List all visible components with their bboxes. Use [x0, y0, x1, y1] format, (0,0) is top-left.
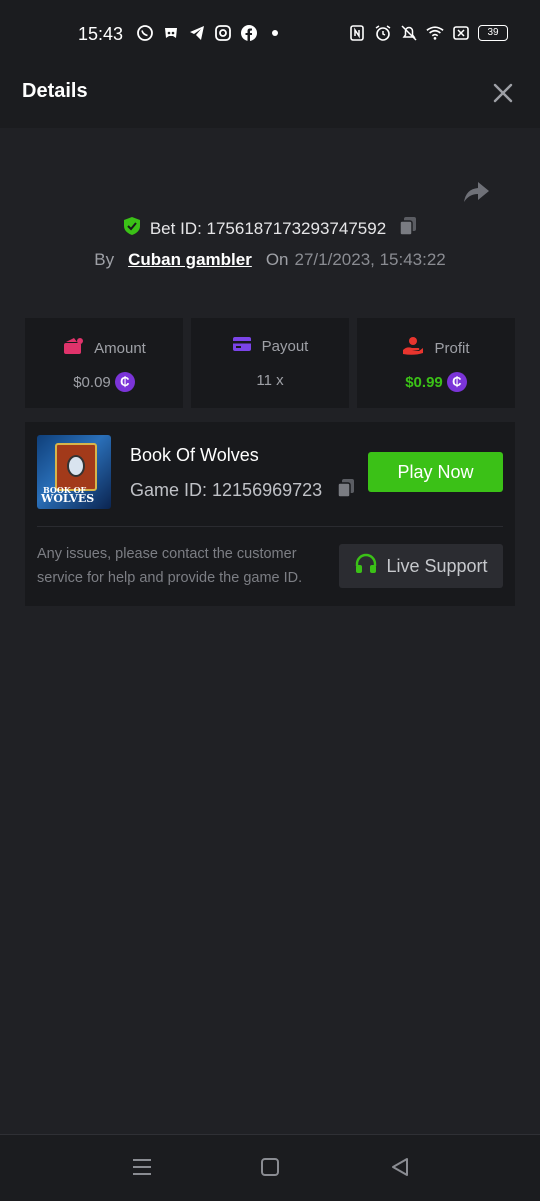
game-thumbnail[interactable]: BOOK OF WOLVES [37, 435, 111, 509]
wallet-icon [62, 336, 84, 360]
hand-coin-icon [402, 336, 424, 360]
page-title: Details [22, 80, 88, 102]
payout-card: Payout 11 x [191, 318, 349, 408]
system-icons: 39 [348, 24, 508, 42]
on-label: On [265, 250, 289, 269]
bet-stats: Amount $0.09 ₵ Payout 11 x Profit $0.99 … [25, 318, 515, 408]
status-time: 15:43 [78, 24, 124, 44]
game-name: Book Of Wolves [130, 445, 259, 465]
support-notice: Any issues, please contact the customer … [37, 546, 303, 586]
bet-id: Bet ID: 1756187173293747592 [149, 218, 387, 238]
bet-author-row: By Cuban gambler On 27/1/2023, 15:43:22 [0, 250, 540, 270]
profit-card: Profit $0.99 ₵ [357, 318, 515, 408]
profit-value: $0.99 [405, 373, 443, 391]
verified-shield-icon [122, 216, 142, 241]
live-support-button[interactable]: Live Support [339, 544, 503, 588]
status-bar: 15:43 39 [0, 0, 540, 56]
coin-icon: ₵ [446, 372, 467, 392]
amount-label: Amount [94, 339, 146, 357]
telegram-icon [188, 24, 206, 42]
bet-datetime: 27/1/2023, 15:43:22 [294, 250, 446, 269]
details-header: Details [0, 56, 540, 128]
amount-card: Amount $0.09 ₵ [25, 318, 183, 408]
play-now-button[interactable]: Play Now [368, 452, 503, 492]
game-id-row: Game ID: 12156969723 [130, 477, 356, 504]
copy-game-id-icon[interactable] [336, 477, 356, 504]
wifi-icon [426, 24, 444, 42]
bell-muted-icon [400, 24, 418, 42]
dot-icon [266, 24, 284, 42]
notification-icons [136, 24, 284, 42]
discord-icon [162, 24, 180, 42]
live-support-label: Live Support [386, 555, 488, 576]
alarm-icon [374, 24, 392, 42]
game-id: Game ID: 12156969723 [130, 480, 323, 500]
back-icon[interactable] [388, 1155, 412, 1179]
system-nav-bar [0, 1134, 540, 1201]
thumb-title-bottom: WOLVES [41, 492, 95, 505]
card-icon [232, 336, 252, 356]
by-label: By [94, 250, 115, 269]
headset-icon [354, 552, 378, 581]
recent-apps-icon[interactable] [130, 1155, 154, 1179]
battery-icon: 39 [478, 25, 508, 41]
profit-label: Profit [434, 339, 470, 357]
facebook-icon [240, 24, 258, 42]
user-link[interactable]: Cuban gambler [128, 250, 252, 270]
game-card: BOOK OF WOLVES Book Of Wolves Game ID: 1… [25, 422, 515, 606]
sim-off-icon [452, 24, 470, 42]
nfc-icon [348, 24, 366, 42]
home-icon[interactable] [258, 1155, 282, 1179]
bet-id-row: Bet ID: 1756187173293747592 [0, 215, 540, 242]
instagram-icon [214, 24, 232, 42]
coin-icon: ₵ [114, 372, 135, 392]
copy-bet-id-icon[interactable] [398, 215, 418, 242]
divider [37, 526, 503, 527]
payout-value: 11 x [256, 372, 284, 389]
payout-label: Payout [261, 337, 309, 355]
share-icon[interactable] [462, 180, 490, 204]
whatsapp-icon [136, 24, 154, 42]
amount-value: $0.09 [73, 373, 111, 391]
close-icon[interactable] [492, 82, 514, 104]
